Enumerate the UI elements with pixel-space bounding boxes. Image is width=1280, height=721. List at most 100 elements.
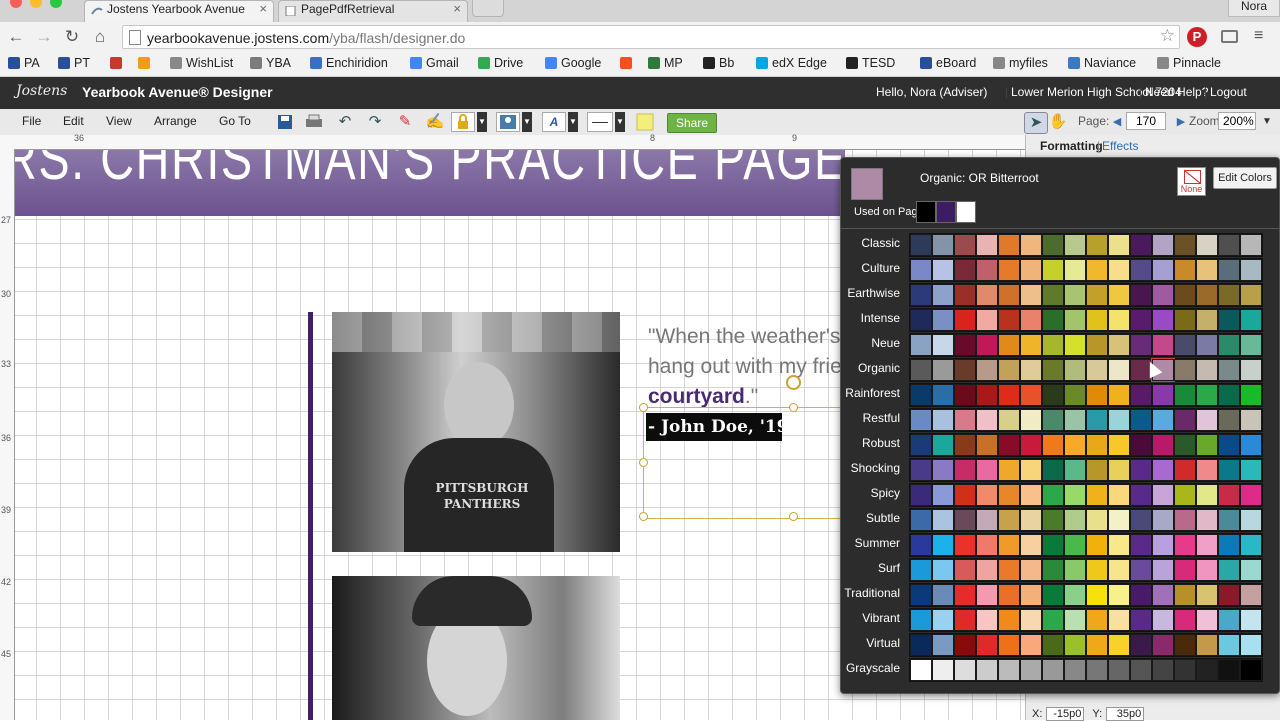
color-swatch[interactable] <box>1174 634 1196 656</box>
bookmark-item[interactable]: myfiles <box>993 56 1048 70</box>
color-swatch[interactable] <box>1108 509 1130 531</box>
color-swatch[interactable] <box>1240 234 1262 256</box>
color-swatch[interactable] <box>1020 459 1042 481</box>
color-swatch[interactable] <box>1152 484 1174 506</box>
color-swatch[interactable] <box>1064 359 1086 381</box>
menu-go-to[interactable]: Go To <box>219 114 251 128</box>
color-swatch[interactable] <box>1108 559 1130 581</box>
color-swatch[interactable] <box>1042 459 1064 481</box>
color-swatch[interactable] <box>1152 334 1174 356</box>
color-swatch[interactable] <box>1240 534 1262 556</box>
color-swatch[interactable] <box>1218 609 1240 631</box>
color-swatch[interactable] <box>1218 534 1240 556</box>
color-swatch[interactable] <box>1152 434 1174 456</box>
color-swatch[interactable] <box>1196 434 1218 456</box>
color-swatch[interactable] <box>910 559 932 581</box>
color-swatch[interactable] <box>1130 534 1152 556</box>
color-swatch[interactable] <box>1042 334 1064 356</box>
color-swatch[interactable] <box>1042 259 1064 281</box>
color-swatch[interactable] <box>1196 234 1218 256</box>
color-swatch[interactable] <box>998 659 1020 681</box>
menu-icon[interactable]: ≡ <box>1254 27 1263 45</box>
menu-view[interactable]: View <box>106 114 132 128</box>
color-swatch[interactable] <box>1218 459 1240 481</box>
color-swatch[interactable] <box>1020 409 1042 431</box>
color-swatch[interactable] <box>1240 509 1262 531</box>
color-swatch[interactable] <box>932 609 954 631</box>
color-swatch[interactable] <box>1196 409 1218 431</box>
color-swatch[interactable] <box>910 484 932 506</box>
bookmark-item[interactable]: Gmail <box>410 56 459 70</box>
color-swatch[interactable] <box>1196 359 1218 381</box>
color-swatch[interactable] <box>1174 384 1196 406</box>
color-swatch[interactable] <box>932 634 954 656</box>
color-swatch[interactable] <box>1020 359 1042 381</box>
help-link[interactable]: Need Help? <box>1145 85 1208 99</box>
color-swatch[interactable] <box>1174 584 1196 606</box>
color-swatch[interactable] <box>998 384 1020 406</box>
color-swatch[interactable] <box>910 534 932 556</box>
color-swatch[interactable] <box>1240 384 1262 406</box>
color-swatch[interactable] <box>998 634 1020 656</box>
color-swatch[interactable] <box>932 359 954 381</box>
color-swatch[interactable] <box>1042 534 1064 556</box>
bookmark-item[interactable]: edX Edge <box>756 56 827 70</box>
home-icon[interactable]: ⌂ <box>89 26 111 48</box>
color-swatch[interactable] <box>976 434 998 456</box>
color-swatch[interactable] <box>1152 284 1174 306</box>
color-swatch[interactable] <box>1218 659 1240 681</box>
color-swatch[interactable] <box>998 534 1020 556</box>
pointer-tool-icon[interactable]: ➤ <box>1024 112 1048 134</box>
color-swatch[interactable] <box>1174 509 1196 531</box>
color-swatch[interactable] <box>976 384 998 406</box>
color-swatch[interactable] <box>1218 309 1240 331</box>
color-swatch[interactable] <box>1152 384 1174 406</box>
color-swatch[interactable] <box>954 334 976 356</box>
color-swatch[interactable] <box>976 334 998 356</box>
color-swatch[interactable] <box>910 409 932 431</box>
color-swatch[interactable] <box>1130 434 1152 456</box>
color-swatch[interactable] <box>1174 534 1196 556</box>
bookmark-item[interactable]: WishList <box>170 56 233 70</box>
color-swatch[interactable] <box>998 309 1020 331</box>
zoom-input[interactable]: 200% <box>1218 112 1256 130</box>
color-swatch[interactable] <box>1174 234 1196 256</box>
color-swatch[interactable] <box>976 584 998 606</box>
bookmark-item[interactable]: PA <box>8 56 40 70</box>
color-swatch[interactable] <box>976 234 998 256</box>
color-swatch[interactable] <box>1064 284 1086 306</box>
chevron-down-icon[interactable]: ▼ <box>522 112 532 132</box>
color-swatch[interactable] <box>1064 434 1086 456</box>
bookmark-star-icon[interactable]: ☆ <box>1160 26 1175 46</box>
color-swatch[interactable] <box>1086 434 1108 456</box>
bookmark-item[interactable]: Pinnacle <box>1157 56 1221 70</box>
color-swatch[interactable] <box>1108 284 1130 306</box>
sticky-note-icon[interactable] <box>634 112 656 132</box>
color-swatch[interactable] <box>1196 634 1218 656</box>
color-swatch[interactable] <box>1130 559 1152 581</box>
color-swatch[interactable] <box>998 359 1020 381</box>
color-swatch[interactable] <box>998 509 1020 531</box>
color-swatch[interactable] <box>932 459 954 481</box>
color-swatch[interactable] <box>1086 459 1108 481</box>
new-tab-button[interactable] <box>472 0 504 17</box>
color-swatch[interactable] <box>910 459 932 481</box>
color-swatch[interactable] <box>1108 334 1130 356</box>
color-swatch[interactable] <box>1086 284 1108 306</box>
color-swatch[interactable] <box>954 384 976 406</box>
used-color-swatch[interactable] <box>956 201 976 223</box>
frame-dropdown[interactable] <box>496 112 520 132</box>
logout-link[interactable]: Logout <box>1210 85 1247 99</box>
color-swatch[interactable] <box>1042 309 1064 331</box>
color-swatch[interactable] <box>1108 609 1130 631</box>
zoom-dropdown-icon[interactable]: ▼ <box>1257 112 1277 132</box>
color-swatch[interactable] <box>976 259 998 281</box>
color-swatch[interactable] <box>954 434 976 456</box>
color-swatch[interactable] <box>1042 634 1064 656</box>
color-swatch[interactable] <box>998 459 1020 481</box>
color-swatch[interactable] <box>1064 409 1086 431</box>
color-swatch[interactable] <box>1130 584 1152 606</box>
color-swatch[interactable] <box>1130 409 1152 431</box>
color-swatch[interactable] <box>1240 284 1262 306</box>
color-swatch[interactable] <box>976 359 998 381</box>
